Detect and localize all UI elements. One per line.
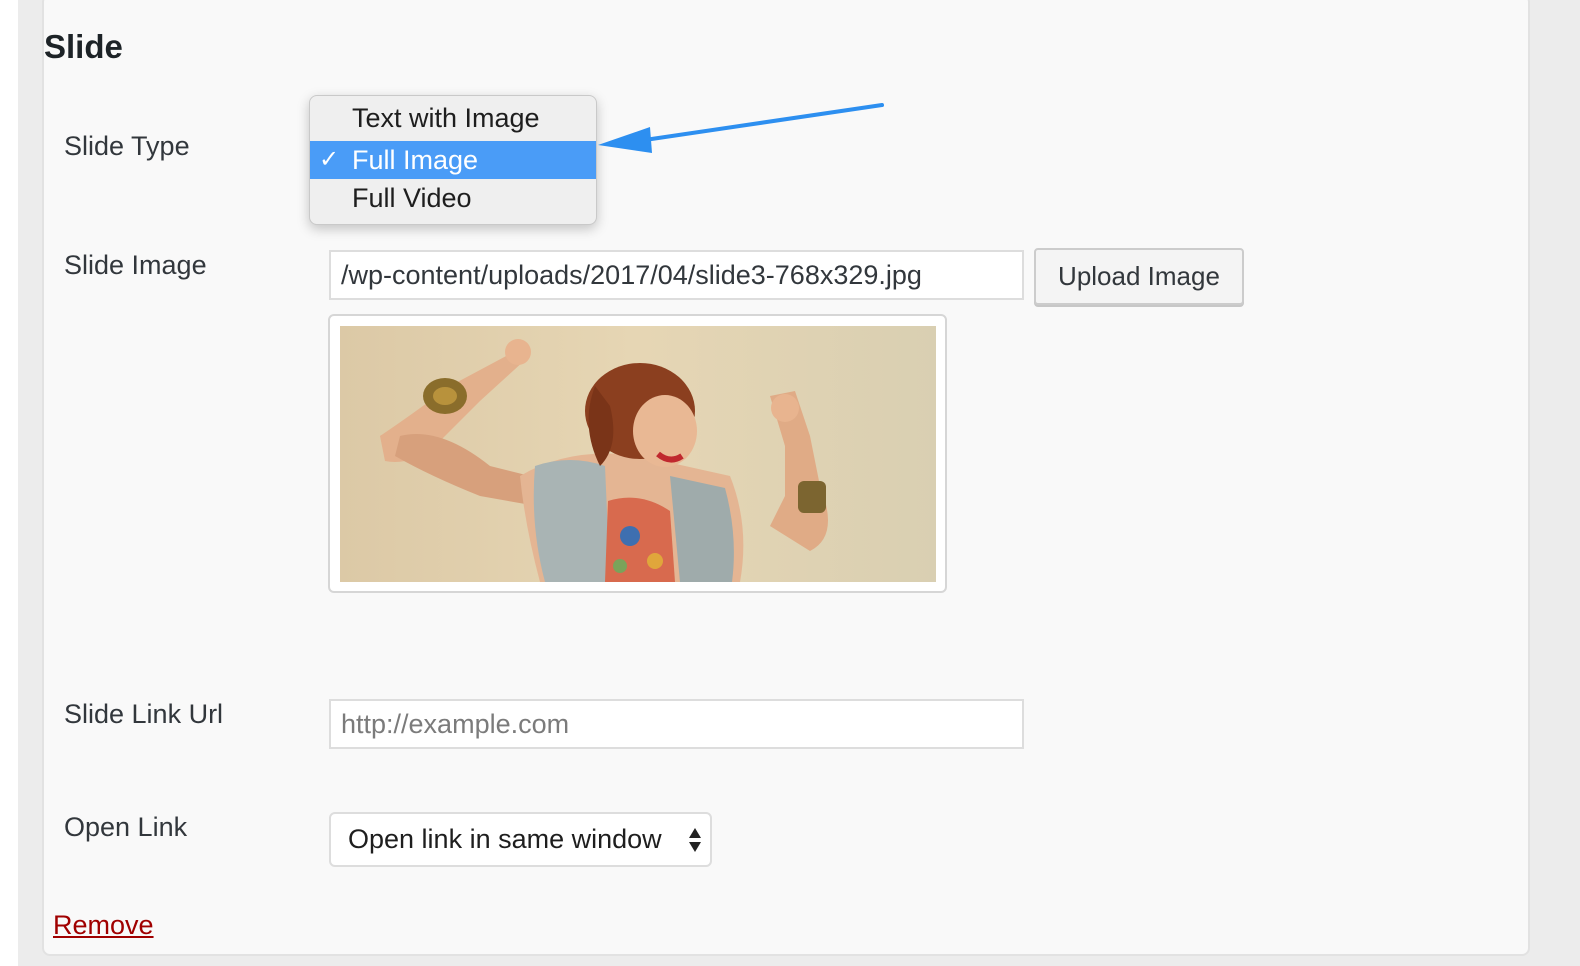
panel-title: Slide — [44, 28, 123, 65]
slide-image-path-input[interactable] — [329, 250, 1024, 300]
option-label: Full Image — [352, 145, 479, 175]
upload-image-button[interactable]: Upload Image — [1034, 248, 1244, 305]
slide-link-url-label: Slide Link Url — [64, 699, 224, 729]
slide-preview-image — [340, 326, 936, 582]
checkmark-icon: ✓ — [319, 146, 340, 173]
slide-image-label: Slide Image — [64, 250, 207, 280]
open-link-select[interactable]: Open link in same window — [329, 812, 712, 867]
remove-link[interactable]: Remove — [53, 910, 154, 941]
slide-image-preview — [328, 314, 947, 593]
slide-type-label: Slide Type — [64, 131, 190, 161]
open-link-label: Open Link — [64, 812, 188, 842]
slide-link-url-input[interactable] — [329, 699, 1024, 749]
option-label: Full Video — [352, 183, 472, 213]
option-text-with-image[interactable]: Text with Image — [310, 99, 596, 137]
select-arrows-icon — [689, 828, 701, 852]
slide-type-dropdown[interactable]: Text with Image ✓ Full Image Full Video — [309, 95, 597, 225]
option-label: Text with Image — [352, 103, 540, 133]
annotation-arrow-icon — [598, 103, 884, 153]
option-full-video[interactable]: Full Video — [310, 179, 596, 217]
option-full-image[interactable]: ✓ Full Image — [310, 141, 596, 179]
open-link-selected-value: Open link in same window — [348, 824, 662, 854]
left-margin-strip — [0, 0, 18, 966]
